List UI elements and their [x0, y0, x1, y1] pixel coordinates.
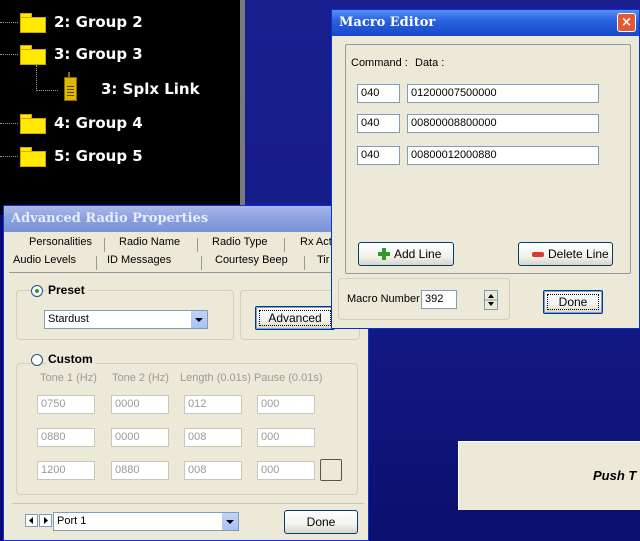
command-header: Command : — [351, 57, 408, 69]
tree-item-label: 3: Splx Link — [101, 80, 200, 98]
preset-select[interactable]: Stardust — [44, 310, 208, 329]
done-label: Done — [558, 295, 588, 309]
tone2-field[interactable]: 0880 — [111, 461, 169, 480]
tab-row-1: Personalities Radio Name Radio Type Rx A… — [4, 236, 370, 254]
splitter[interactable] — [240, 0, 245, 215]
macro-done-button[interactable]: Done — [543, 290, 603, 314]
tab-id-messages[interactable]: ID Messages — [107, 254, 171, 266]
delete-line-label: Delete Line — [548, 247, 609, 261]
tree-connector — [0, 53, 18, 55]
command-field[interactable]: 040 — [357, 114, 400, 133]
tab-divider — [201, 256, 202, 270]
tree-connector — [0, 155, 18, 157]
tree-item-group-5[interactable]: 5: Group 5 — [0, 143, 143, 169]
tab-border — [9, 272, 364, 273]
folder-icon — [20, 114, 46, 134]
play-tone-button[interactable] — [320, 459, 342, 481]
tree-connector — [36, 65, 37, 91]
done-button[interactable]: Done — [284, 510, 358, 534]
arrow-left-icon[interactable] — [25, 514, 38, 527]
tree-item-splx-link[interactable]: 3: Splx Link — [58, 72, 200, 102]
command-field[interactable]: 040 — [357, 84, 400, 103]
length-field[interactable]: 008 — [184, 428, 242, 447]
radio-icon — [64, 72, 77, 101]
data-field[interactable]: 01200007500000 — [407, 84, 599, 103]
macro-number-spinner[interactable] — [484, 290, 498, 310]
custom-label: Custom — [46, 352, 95, 366]
tab-radio-type[interactable]: Radio Type — [212, 236, 267, 248]
preset-radio[interactable] — [31, 285, 43, 297]
chevron-down-icon[interactable] — [190, 311, 207, 328]
tone2-header: Tone 2 (Hz) — [112, 372, 169, 384]
tree-item-label: 2: Group 2 — [54, 13, 143, 31]
arrow-right-icon[interactable] — [39, 514, 52, 527]
window-titlebar[interactable]: Macro Editor — [332, 10, 639, 36]
macro-number-label: Macro Number : — [347, 293, 426, 305]
tone1-field[interactable]: 1200 — [37, 461, 95, 480]
folder-icon — [20, 45, 46, 65]
add-line-label: Add Line — [394, 247, 442, 261]
data-header: Data : — [415, 57, 445, 69]
pause-field[interactable]: 000 — [257, 395, 315, 414]
tab-timers[interactable]: Tir — [317, 254, 329, 266]
push-panel[interactable]: Push T — [458, 441, 640, 510]
data-field[interactable]: 00800008800000 — [407, 114, 599, 133]
tone2-field[interactable]: 0000 — [111, 395, 169, 414]
tree-item-label: 3: Group 3 — [54, 45, 143, 63]
pause-field[interactable]: 000 — [257, 428, 315, 447]
tree-connector — [36, 90, 58, 91]
tree-item-group-4[interactable]: 4: Group 4 — [0, 110, 143, 136]
tone1-field[interactable]: 0750 — [37, 395, 95, 414]
tree-connector — [0, 122, 18, 124]
tab-radio-name[interactable]: Radio Name — [119, 236, 180, 248]
push-label: Push T — [593, 468, 637, 483]
macro-editor-window: Macro Editor × Command : Data : 040 0120… — [331, 9, 640, 329]
folder-icon — [20, 13, 46, 33]
tree-connector — [0, 21, 18, 23]
tone1-header: Tone 1 (Hz) — [40, 372, 97, 384]
tab-rx-activity[interactable]: Rx Act — [300, 236, 332, 248]
tab-divider — [197, 238, 198, 252]
window-titlebar[interactable]: Advanced Radio Properties — [4, 206, 368, 232]
tab-divider — [96, 256, 97, 270]
tab-personalities[interactable]: Personalities — [29, 236, 92, 248]
minus-icon — [532, 252, 544, 257]
tree-item-group-2[interactable]: 2: Group 2 — [0, 9, 143, 35]
tab-divider — [304, 256, 305, 270]
plus-icon — [378, 248, 390, 260]
length-field[interactable]: 012 — [184, 395, 242, 414]
advanced-radio-properties-window: Advanced Radio Properties Personalities … — [3, 205, 369, 541]
pause-field[interactable]: 000 — [257, 461, 315, 480]
preset-label: Preset — [46, 283, 87, 297]
tab-divider — [284, 238, 285, 252]
preset-select-value: Stardust — [48, 313, 89, 325]
radio-tree-panel: 2: Group 2 3: Group 3 3: Splx Link 4: Gr… — [0, 0, 240, 215]
length-header: Length (0.01s) — [180, 372, 251, 384]
pause-header: Pause (0.01s) — [254, 372, 323, 384]
tab-audio-levels[interactable]: Audio Levels — [13, 254, 76, 266]
folder-icon — [20, 147, 46, 167]
tab-row-2: Audio Levels ID Messages Courtesy Beep T… — [4, 254, 370, 274]
data-field[interactable]: 00800012000880 — [407, 146, 599, 165]
length-field[interactable]: 008 — [184, 461, 242, 480]
port-select-value: Port 1 — [57, 515, 87, 527]
tab-divider — [104, 238, 105, 252]
macro-number-field[interactable]: 392 — [421, 290, 457, 309]
delete-line-button[interactable]: Delete Line — [518, 242, 613, 266]
port-select[interactable]: Port 1 — [53, 512, 239, 531]
divider — [12, 503, 364, 504]
add-line-button[interactable]: Add Line — [358, 242, 454, 266]
advanced-button-label: Advanced — [268, 311, 322, 325]
close-icon[interactable]: × — [617, 13, 636, 32]
tone1-field[interactable]: 0880 — [37, 428, 95, 447]
tree-item-group-3[interactable]: 3: Group 3 — [0, 41, 143, 67]
tree-item-label: 4: Group 4 — [54, 114, 143, 132]
tab-courtesy-beep[interactable]: Courtesy Beep — [215, 254, 288, 266]
advanced-button[interactable]: Advanced — [255, 306, 335, 330]
tree-item-label: 5: Group 5 — [54, 147, 143, 165]
tone2-field[interactable]: 0000 — [111, 428, 169, 447]
command-field[interactable]: 040 — [357, 146, 400, 165]
custom-radio[interactable] — [31, 354, 43, 366]
chevron-down-icon[interactable] — [221, 513, 238, 530]
